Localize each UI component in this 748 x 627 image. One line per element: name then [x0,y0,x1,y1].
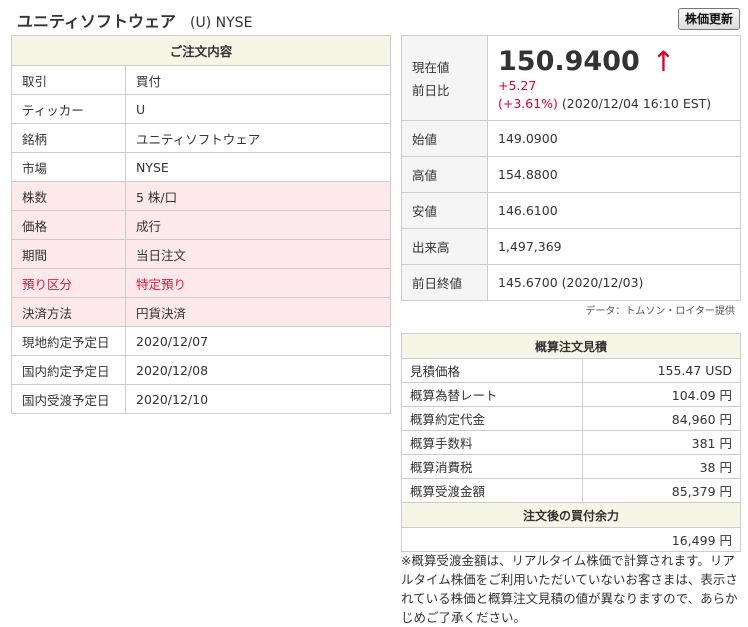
estimate-row-value: 84,960 円 [581,406,742,431]
estimate-row: 概算手数料 381 円 [401,430,742,455]
change-label: 前日比 [412,83,450,98]
order-row: 国内受渡予定日 2020/12/10 [11,384,391,414]
quote-row: 始値 149.0900 [401,120,741,157]
estimate-row: 見積価格 155.47 USD [401,358,742,383]
price-change: +5.27 [498,78,537,93]
data-credit: データ：トムソン・ロイター提供 [585,306,735,317]
estimate-row-label: 概算為替レート [401,382,583,407]
order-details-title: ご注文内容 [11,35,391,66]
order-row-label: 取引 [11,65,126,95]
up-arrow-icon: ↑ [651,45,676,78]
order-row: 現地約定予定日 2020/12/07 [11,326,391,356]
order-row: 銘柄 ユニティソフトウェア [11,123,391,153]
order-row: 決済方法 円貨決済 [11,297,391,327]
order-row-value: NYSE [125,152,391,182]
order-details-table: ご注文内容 取引 買付 ティッカー U 銘柄 ユニティソフトウェア 市場 NYSE 株数 5 株/… [11,35,391,414]
estimate-row: 概算為替レート 104.09 円 [401,382,742,407]
order-row-label: ティッカー [11,94,126,124]
order-row-label: 国内約定予定日 [11,355,126,385]
order-row-value: 買付 [125,65,391,95]
symbol-market: (U) NYSE [190,15,253,31]
order-row-value: 特定預り [125,268,391,298]
quote-row-label: 高値 [401,156,488,193]
current-price: 150.9400 [498,46,640,77]
order-row-value: 当日注文 [125,239,391,269]
buying-power-title: 注文後の買付余力 [401,502,741,528]
quote-timestamp: (2020/12/04 16:10 EST) [561,96,712,111]
order-row: 株数 5 株/口 [11,181,391,211]
order-row-label: 現地約定予定日 [11,326,126,356]
estimate-table: 概算注文見積 見積価格 155.47 USD 概算為替レート 104.09 円概算約定… [401,333,742,552]
estimate-row-value: 381 円 [581,430,742,455]
order-row-label: 市場 [11,152,126,182]
page-header: ユニティソフトウェア (U) NYSE 株価更新 [17,8,740,32]
order-row-label: 期間 [11,239,126,269]
order-row-label: 決済方法 [11,297,126,327]
order-row-value: U [125,94,391,124]
buying-power-value: 16,499 円 [401,527,741,552]
order-row-value: 2020/12/08 [125,355,391,385]
order-row-value: ユニティソフトウェア [125,123,391,153]
quote-row: 出来高 1,497,369 [401,228,741,265]
order-row-label: 株数 [11,181,126,211]
order-row-value: 円貨決済 [125,297,391,327]
estimate-row-label: 概算消費税 [401,454,583,479]
current-price-cell: 150.9400 ↑ +5.27 (+3.61%) (2020/12/04 16… [487,35,741,121]
order-row-value: 2020/12/10 [125,384,391,414]
quote-row-value: 154.8800 [487,156,741,193]
estimate-row-value: 155.47 USD [581,358,742,383]
order-row: 取引 買付 [11,65,391,95]
refresh-price-button[interactable]: 株価更新 [677,8,740,30]
order-row: 預り区分 特定預り [11,268,391,298]
quote-row-value: 145.6700 (2020/12/03) [487,264,741,301]
order-row-label: 国内受渡予定日 [11,384,126,414]
estimate-row-label: 概算約定代金 [401,406,583,431]
quote-row: 安値 146.6100 [401,192,741,229]
price-change-percent: (+3.61%) [498,96,558,111]
estimate-note: ※概算受渡金額は、リアルタイム株価で計算されます。リアルタイム株価をご利用いただ… [401,553,738,625]
quote-row-label: 前日終値 [401,264,488,301]
order-row: 価格 成行 [11,210,391,240]
estimate-row-label: 概算受渡金額 [401,478,583,503]
quote-row-value: 1,497,369 [487,228,741,265]
quote-row: 前日終値 145.6700 (2020/12/03) [401,264,741,301]
estimate-row-value: 85,379 円 [581,478,742,503]
quote-row-label: 出来高 [401,228,488,265]
estimate-row-label: 概算手数料 [401,430,583,455]
order-row-value: 2020/12/07 [125,326,391,356]
estimate-row-value: 104.09 円 [581,382,742,407]
estimate-row-value: 38 円 [581,454,742,479]
estimate-row: 概算受渡金額 85,379 円 [401,478,742,503]
quote-row-label: 安値 [401,192,488,229]
quote-row-label: 始値 [401,120,488,157]
current-price-labels: 現在値 前日比 [401,35,488,121]
company-name: ユニティソフトウェア [17,12,177,31]
quote-row: 高値 154.8800 [401,156,741,193]
order-row-label: 銘柄 [11,123,126,153]
estimate-row-label: 見積価格 [401,358,583,383]
order-row-label: 預り区分 [11,268,126,298]
order-row-label: 価格 [11,210,126,240]
quote-table: 現在値 前日比 150.9400 ↑ +5.27 (+3.61%) (2020/… [401,35,741,301]
estimate-row: 概算消費税 38 円 [401,454,742,479]
quote-row-value: 146.6100 [487,192,741,229]
order-row-value: 5 株/口 [125,181,391,211]
estimate-title: 概算注文見積 [401,333,741,359]
order-row-value: 成行 [125,210,391,240]
estimate-row: 概算約定代金 84,960 円 [401,406,742,431]
order-row: 国内約定予定日 2020/12/08 [11,355,391,385]
order-row: 期間 当日注文 [11,239,391,269]
current-price-label: 現在値 [412,60,450,75]
quote-row-value: 149.0900 [487,120,741,157]
order-row: ティッカー U [11,94,391,124]
order-row: 市場 NYSE [11,152,391,182]
